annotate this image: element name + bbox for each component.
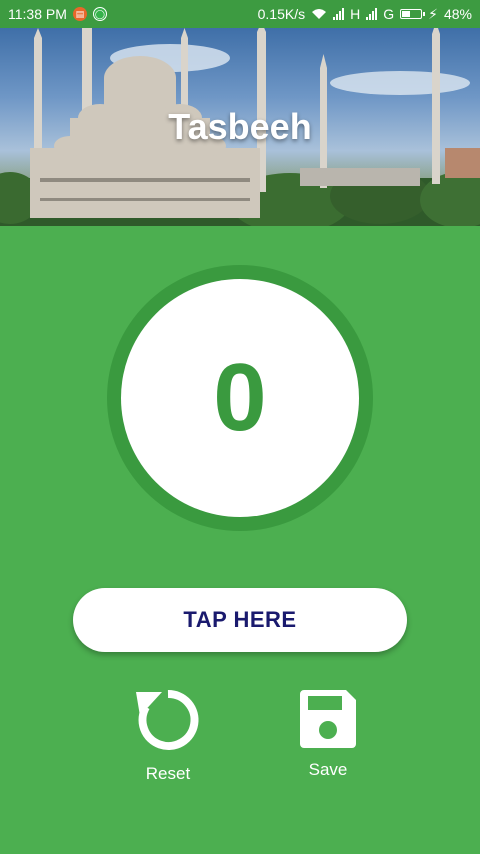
counter-ring: 0 [107, 265, 373, 531]
signal-type-h: H [350, 6, 361, 22]
save-icon[interactable] [296, 686, 360, 750]
reset-label: Reset [145, 764, 191, 783]
battery-percent: 48% [443, 6, 472, 22]
tap-here-button[interactable]: TAP HERE [73, 588, 407, 652]
save-button[interactable]: Save [278, 686, 378, 780]
reset-button[interactable]: Reset [118, 686, 218, 784]
notification-green-icon: ◯ [92, 7, 107, 21]
counter-value: 0 [213, 344, 267, 451]
page-title: Tasbeeh [168, 106, 312, 147]
wifi-icon [312, 9, 327, 19]
signal-type-g: G [383, 6, 395, 22]
counter-display: 0 [121, 279, 359, 517]
header-banner: Tasbeeh [0, 28, 480, 226]
charging-icon: ⚡ [428, 5, 438, 22]
reset-icon[interactable] [134, 686, 202, 754]
signal-icon [366, 8, 378, 20]
signal-icon [333, 8, 345, 20]
status-time: 11:38 PM [8, 6, 67, 22]
notification-orange-icon: ▤ [72, 7, 87, 21]
battery-icon [400, 9, 426, 19]
network-speed: 0.15K/s [257, 6, 306, 22]
save-label: Save [308, 760, 348, 779]
status-bar: 11:38 PM ▤ ◯ 0.15K/s H G ⚡ 48% [0, 0, 480, 28]
